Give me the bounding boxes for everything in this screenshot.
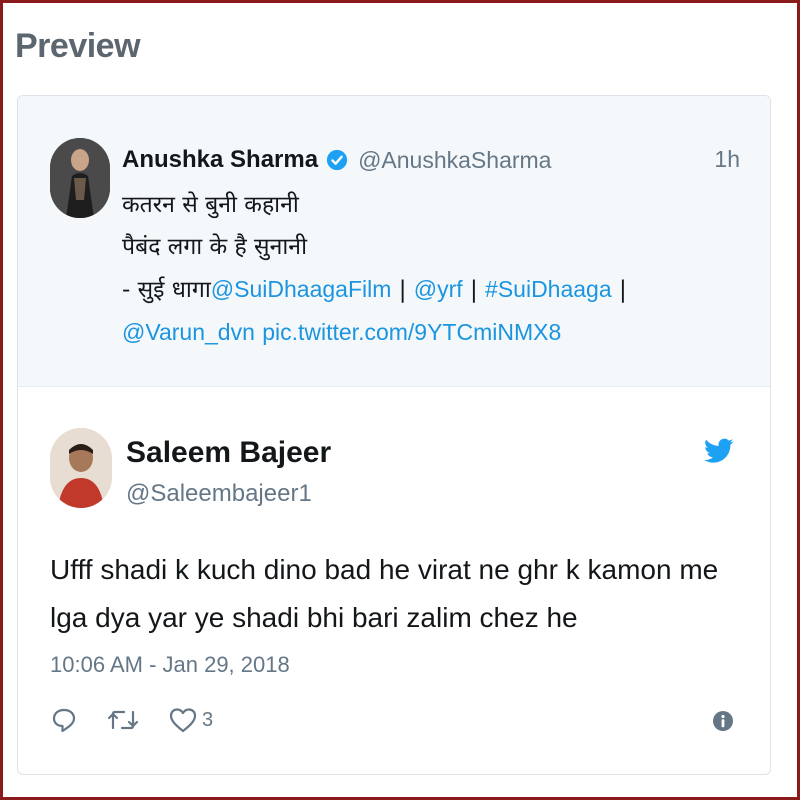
- quoted-line: - सुई धागा@SuiDhaagaFilm | @yrf | #SuiDh…: [122, 268, 742, 311]
- separator: |: [398, 277, 407, 303]
- quoted-header: Anushka Sharma @AnushkaSharma: [122, 146, 551, 174]
- reply-icon: [52, 708, 76, 733]
- separator: |: [618, 277, 627, 303]
- quoted-line: कतरन से बुनी कहानी: [122, 192, 299, 218]
- hashtag-link[interactable]: #SuiDhaaga: [485, 276, 612, 302]
- quoted-line: @Varun_dvn pic.twitter.com/9YTCmiNMX8: [122, 311, 742, 354]
- quoted-author-handle[interactable]: @AnushkaSharma: [358, 147, 551, 174]
- mention-link[interactable]: @SuiDhaagaFilm: [211, 276, 392, 302]
- reply-author-handle[interactable]: @Saleembajeer1: [126, 480, 312, 508]
- retweet-icon: [107, 710, 139, 730]
- tweet-embed-card: Anushka Sharma @AnushkaSharma 1h कतरन से…: [17, 95, 771, 775]
- verified-badge-icon: [326, 149, 348, 171]
- quoted-time[interactable]: 1h: [714, 146, 740, 173]
- like-count: 3: [202, 708, 214, 731]
- preview-frame: Preview Anushka Sharma @AnushkaSharma 1h…: [0, 0, 800, 800]
- tweet-actions: 3: [50, 706, 241, 734]
- pic-link[interactable]: pic.twitter.com/9YTCmiNMX8: [262, 319, 561, 345]
- quoted-author-name[interactable]: Anushka Sharma: [122, 146, 318, 174]
- mention-link[interactable]: @Varun_dvn: [122, 319, 255, 345]
- info-icon[interactable]: [712, 710, 734, 732]
- quoted-text: कतरन से बुनी कहानी पैबंद लगा के है सुनान…: [122, 184, 742, 354]
- reply-author-name[interactable]: Saleem Bajeer: [126, 436, 331, 470]
- reply-avatar[interactable]: [50, 428, 112, 508]
- twitter-bird-icon[interactable]: [704, 438, 734, 464]
- like-button[interactable]: 3: [168, 706, 213, 734]
- retweet-button[interactable]: [106, 706, 140, 734]
- quoted-line: पैबंद लगा के है सुनानी: [122, 234, 308, 260]
- quoted-prefix: - सुई धागा: [122, 277, 211, 303]
- quoted-avatar[interactable]: [50, 138, 110, 218]
- reply-text: Ufff shadi k kuch dino bad he virat ne g…: [50, 554, 719, 633]
- reply-button[interactable]: [50, 706, 78, 734]
- separator: |: [469, 277, 478, 303]
- mention-link[interactable]: @yrf: [414, 276, 463, 302]
- preview-title: Preview: [15, 27, 141, 65]
- reply-timestamp[interactable]: 10:06 AM - Jan 29, 2018: [50, 652, 290, 678]
- quoted-tweet[interactable]: Anushka Sharma @AnushkaSharma 1h कतरन से…: [18, 96, 770, 387]
- like-icon: [169, 708, 197, 733]
